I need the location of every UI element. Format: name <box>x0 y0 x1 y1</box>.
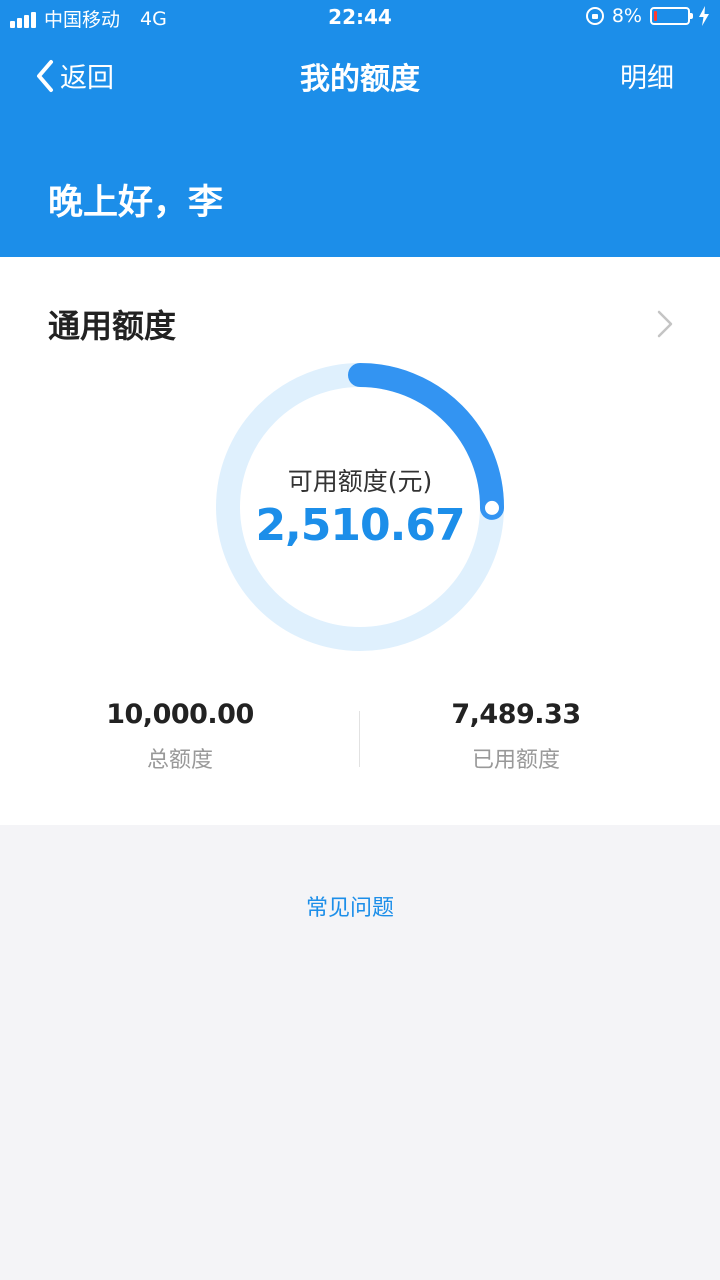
status-bar: 中国移动 4G 22:44 8% <box>0 0 720 36</box>
chevron-right-icon[interactable] <box>656 309 674 339</box>
faq-link[interactable]: 常见问题 <box>0 890 700 922</box>
used-limit: 7,489.33 已用额度 <box>360 699 672 774</box>
credit-limit-card[interactable]: 通用额度 可用额度(元) 2,510.67 10,000.00 总额度 7,48… <box>0 257 720 825</box>
greeting-text: 晚上好，李 <box>48 183 224 223</box>
battery-level <box>654 11 657 21</box>
limit-stats: 10,000.00 总额度 7,489.33 已用额度 <box>0 699 720 779</box>
used-limit-value: 7,489.33 <box>451 699 581 730</box>
total-limit: 10,000.00 总额度 <box>24 699 336 774</box>
lightning-bolt-icon <box>699 6 709 26</box>
battery-percent: 8% <box>611 5 642 27</box>
status-right: 8% <box>585 5 710 27</box>
total-limit-value: 10,000.00 <box>106 699 254 730</box>
available-limit-value: 2,510.67 <box>255 500 465 551</box>
battery-icon <box>650 7 693 25</box>
used-limit-label: 已用额度 <box>471 748 560 773</box>
available-limit-label: 可用额度(元) <box>287 467 433 496</box>
header: 中国移动 4G 22:44 8% 返回 我的额度 明细 晚上好，李 <box>0 0 720 257</box>
detail-button[interactable]: 明细 <box>620 56 674 95</box>
rotation-lock-icon <box>585 7 604 25</box>
back-label: 返回 <box>60 63 114 94</box>
chevron-left-icon <box>37 59 53 92</box>
back-button[interactable]: 返回 <box>34 56 114 95</box>
card-title: 通用额度 <box>48 307 177 345</box>
total-limit-label: 总额度 <box>146 748 213 773</box>
nav-bar: 返回 我的额度 明细 <box>0 36 720 112</box>
